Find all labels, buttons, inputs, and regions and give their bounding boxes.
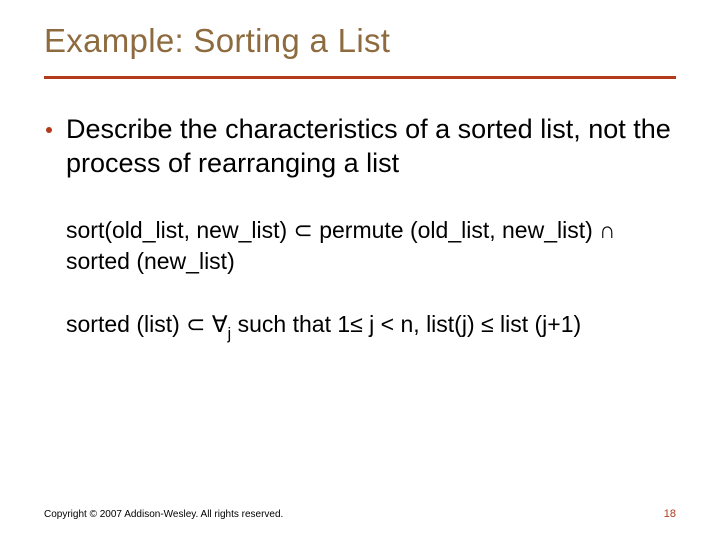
subset-icon: ⊂ <box>186 311 205 337</box>
def2-part-a: sorted (list) <box>66 311 186 337</box>
definition-sorted: sorted (list) ⊂ ∀j such that 1≤ j < n, l… <box>66 309 656 344</box>
def1-part-c: sorted (new_list) <box>66 248 235 274</box>
def2-part-e: list (j+1) <box>494 311 582 337</box>
slide-title: Example: Sorting a List <box>44 22 676 70</box>
bullet-item: Describe the characteristics of a sorted… <box>44 113 676 181</box>
forall-icon: ∀ <box>212 311 228 337</box>
bullet-dot-icon <box>46 127 52 133</box>
def1-part-a: sort(old_list, new_list) <box>66 217 294 243</box>
leq-icon: ≤ <box>350 311 363 337</box>
subscript-j: j <box>228 324 232 343</box>
leq-icon: ≤ <box>481 311 494 337</box>
copyright-footer: Copyright © 2007 Addison-Wesley. All rig… <box>44 509 283 520</box>
intersect-icon: ∩ <box>599 217 616 243</box>
def2-part-d: j < n, list(j) <box>363 311 481 337</box>
bullet-text: Describe the characteristics of a sorted… <box>66 113 676 181</box>
subset-icon: ⊂ <box>294 217 313 243</box>
title-underline <box>44 76 676 79</box>
def1-part-b: permute (old_list, new_list) <box>313 217 599 243</box>
def2-part-c: such that 1 <box>231 311 350 337</box>
definition-sort: sort(old_list, new_list) ⊂ permute (old_… <box>66 215 656 277</box>
slide: Example: Sorting a List Describe the cha… <box>0 0 720 540</box>
page-number: 18 <box>664 508 676 520</box>
